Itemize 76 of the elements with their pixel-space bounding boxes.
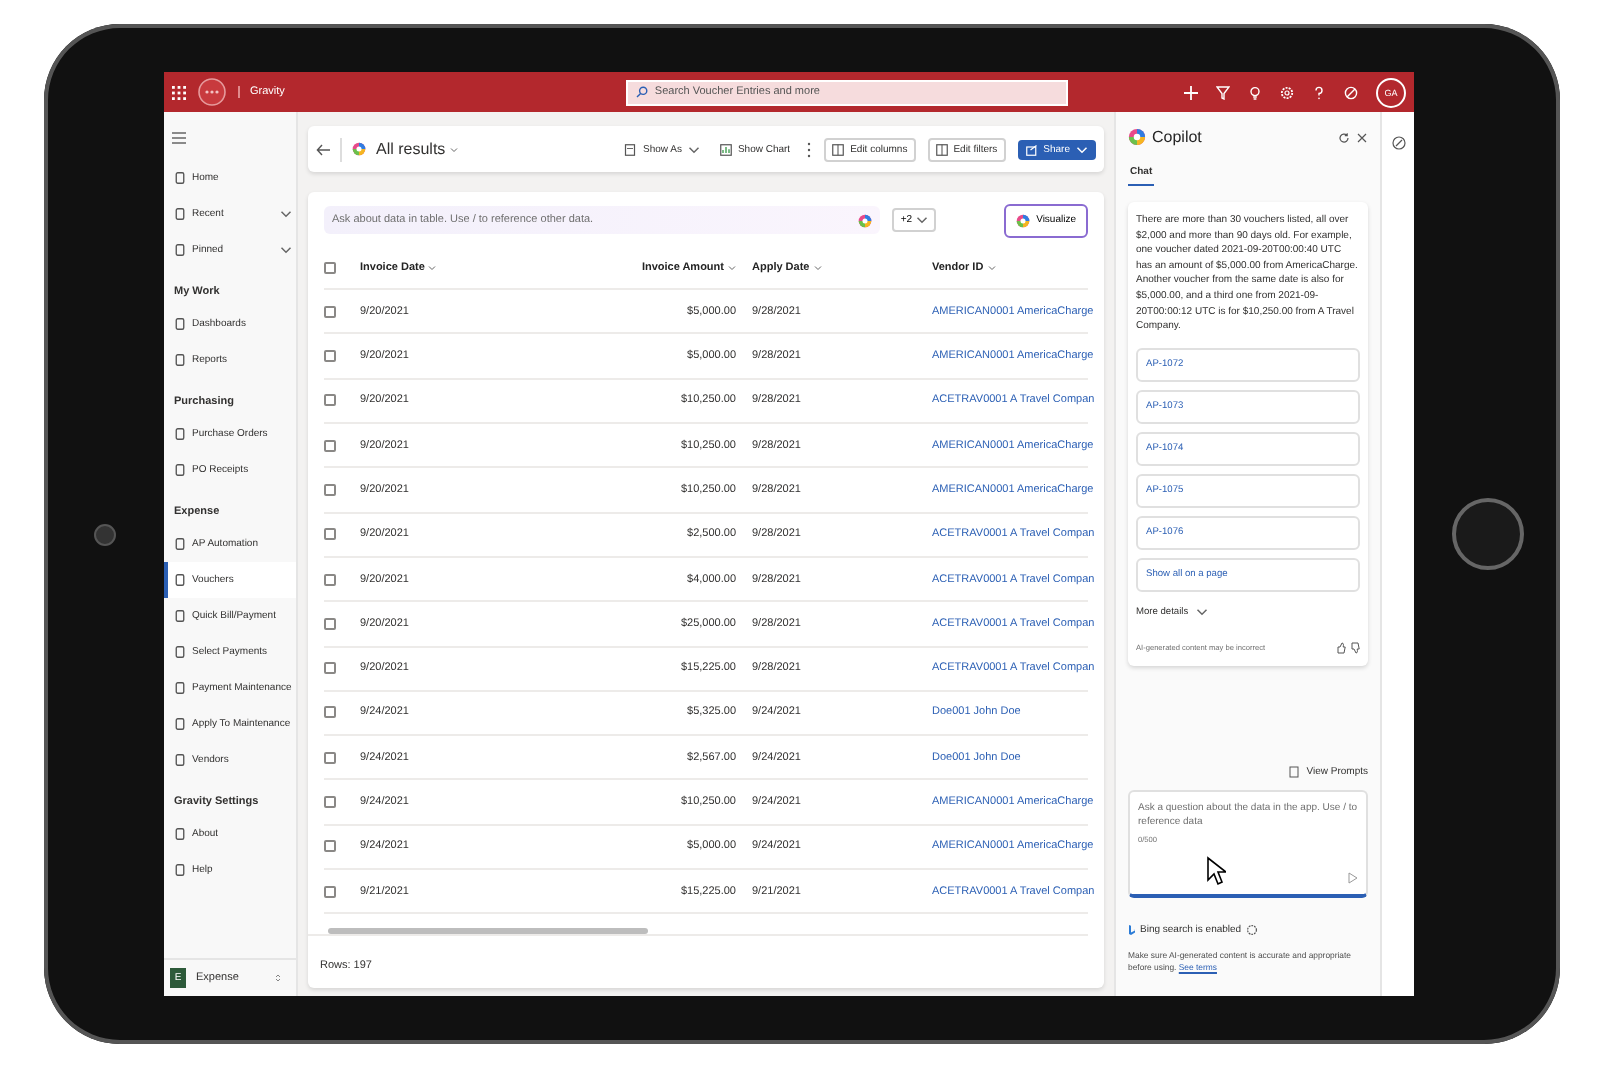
search-icon [636, 86, 649, 98]
page-icon [174, 208, 186, 220]
chevron-down-icon [1076, 145, 1088, 153]
chevron-down-icon [916, 216, 929, 225]
chevron-down-icon [449, 145, 458, 153]
copilot-icon [1128, 128, 1146, 146]
settings-icon[interactable] [1245, 923, 1258, 936]
columns-icon [935, 143, 948, 155]
view-selector[interactable]: All results [376, 140, 458, 158]
chevron-down-icon [280, 210, 292, 218]
chevron-down-icon [687, 145, 700, 153]
columns-icon [832, 143, 845, 155]
mouse-pointer-icon [1206, 855, 1226, 886]
chevron-down-icon [1196, 608, 1209, 617]
checkbox[interactable] [324, 305, 336, 318]
page-icon [174, 574, 186, 586]
page-icon [174, 646, 186, 658]
chart-icon [719, 143, 732, 155]
refresh-icon[interactable] [1338, 131, 1350, 143]
page-icon [174, 354, 186, 366]
page-icon [174, 538, 186, 550]
page-icon [174, 718, 186, 730]
checkbox[interactable] [324, 751, 336, 764]
checkbox[interactable] [324, 394, 336, 407]
checkbox[interactable] [324, 573, 336, 586]
checkbox[interactable] [324, 528, 336, 541]
horizontal-scrollbar[interactable] [328, 928, 648, 934]
circle-slash-icon[interactable] [1344, 85, 1358, 99]
send-icon[interactable] [1348, 871, 1358, 884]
checkbox[interactable] [324, 483, 336, 496]
page-icon [174, 428, 186, 440]
checkbox[interactable] [324, 662, 336, 675]
plus-icon[interactable] [1184, 85, 1198, 99]
page-icon [174, 464, 186, 476]
close-icon[interactable] [1356, 131, 1368, 143]
checkbox[interactable] [324, 706, 336, 719]
page-icon [174, 244, 186, 256]
help-icon[interactable] [1312, 85, 1326, 99]
checkbox[interactable] [324, 885, 336, 898]
copilot-icon [352, 142, 366, 156]
checkbox[interactable] [324, 840, 336, 853]
chevron-down-icon [428, 263, 437, 272]
bing-icon [1128, 923, 1136, 936]
chevron-down-icon [987, 263, 996, 272]
more-options-icon[interactable] [806, 141, 813, 157]
camera-icon [93, 523, 115, 545]
copilot-icon [1016, 213, 1031, 228]
page-icon [174, 828, 186, 840]
panel-title: Copilot [1152, 128, 1204, 146]
checkbox[interactable] [324, 350, 336, 363]
chevron-down-icon [280, 246, 292, 254]
checkbox[interactable] [324, 617, 336, 630]
page-icon [174, 172, 186, 184]
circle-icon[interactable] [1391, 136, 1405, 150]
lightbulb-icon[interactable] [1248, 85, 1262, 99]
thumbs-down-icon[interactable] [1350, 641, 1360, 654]
thumbs-up-icon[interactable] [1336, 641, 1346, 654]
logo-icon [198, 78, 226, 106]
page-icon [174, 754, 186, 766]
menu-icon[interactable] [172, 132, 186, 144]
page-icon [174, 682, 186, 694]
back-arrow-icon[interactable] [316, 143, 330, 155]
clipboard-icon [1288, 765, 1301, 778]
home-button[interactable] [1451, 498, 1523, 570]
app-launcher-icon[interactable] [172, 85, 186, 99]
share-icon [1025, 143, 1038, 155]
filter-icon[interactable] [1216, 85, 1230, 99]
page-icon [174, 864, 186, 876]
checkbox[interactable] [324, 261, 336, 274]
checkbox[interactable] [324, 796, 336, 809]
document-icon [624, 143, 637, 155]
copilot-icon [858, 213, 873, 228]
page-icon [174, 610, 186, 622]
page-icon [174, 318, 186, 330]
checkbox[interactable] [324, 439, 336, 452]
chevron-down-icon [813, 263, 822, 272]
